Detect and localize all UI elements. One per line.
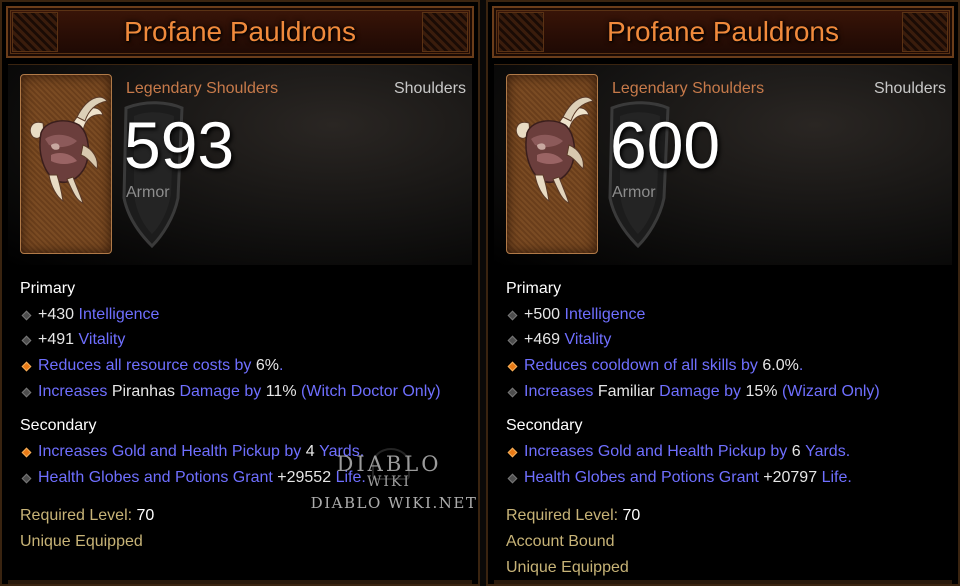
diablo-wiki-watermark: DIABLO WIKI DIABLO WIKI.NET bbox=[311, 448, 476, 528]
item-slot: Shoulders bbox=[393, 80, 466, 97]
item-tooltip-right: Profane Pauldrons Legendary Shoulders Sh… bbox=[486, 0, 960, 586]
account-bound: Account Bound bbox=[506, 533, 615, 550]
stat-bullet-icon bbox=[507, 335, 518, 345]
stat-row-legendary: Reduces all resource costs by 6%. bbox=[20, 356, 283, 376]
item-type: Legendary Shoulders bbox=[126, 80, 279, 97]
item-image-frame[interactable] bbox=[506, 74, 598, 254]
stat-row: Increases Familiar Damage by 15% (Wizard… bbox=[506, 382, 880, 402]
item-name: Profane Pauldrons bbox=[607, 16, 839, 47]
stat-bullet-icon bbox=[21, 335, 32, 345]
stat-row-secondary: Increases Gold and Health Pickup by 6 Ya… bbox=[506, 442, 850, 462]
stat-row: +469 Vitality bbox=[506, 330, 611, 350]
item-tooltip-left: Profane Pauldrons Legendary Shoulders Sh… bbox=[0, 0, 480, 586]
armor-label: Armor bbox=[612, 184, 656, 201]
legendary-bullet-icon bbox=[21, 447, 32, 457]
item-image-frame[interactable] bbox=[20, 74, 112, 254]
item-name: Profane Pauldrons bbox=[124, 16, 356, 47]
legendary-bullet-icon bbox=[507, 361, 518, 371]
stat-row: +430 Intelligence bbox=[20, 305, 159, 325]
pauldron-icon bbox=[515, 96, 594, 204]
armor-value: 593 bbox=[124, 108, 235, 182]
secondary-title: Secondary bbox=[506, 417, 583, 434]
armor-label: Armor bbox=[126, 184, 170, 201]
stat-row-secondary: Increases Gold and Health Pickup by 4 Ya… bbox=[20, 442, 364, 462]
stat-row: +500 Intelligence bbox=[506, 305, 645, 325]
item-title-bar: Profane Pauldrons bbox=[6, 6, 474, 58]
stat-bullet-icon bbox=[507, 387, 518, 397]
stat-row: +491 Vitality bbox=[20, 330, 125, 350]
primary-title: Primary bbox=[506, 280, 562, 297]
legendary-bullet-icon bbox=[21, 361, 32, 371]
legendary-bullet-icon bbox=[507, 447, 518, 457]
secondary-title: Secondary bbox=[20, 417, 97, 434]
stat-bullet-icon bbox=[21, 310, 32, 320]
stat-bullet-icon bbox=[21, 473, 32, 483]
armor-value: 600 bbox=[610, 108, 721, 182]
unique-equipped: Unique Equipped bbox=[20, 533, 143, 550]
stat-bullet-icon bbox=[21, 387, 32, 397]
pauldron-icon bbox=[29, 96, 108, 204]
item-title-bar: Profane Pauldrons bbox=[492, 6, 954, 58]
required-level: Required Level: 70 bbox=[20, 507, 155, 524]
stat-bullet-icon bbox=[507, 473, 518, 483]
item-type: Legendary Shoulders bbox=[612, 80, 765, 97]
item-slot: Shoulders bbox=[873, 80, 946, 97]
stat-row: Increases Piranhas Damage by 11% (Witch … bbox=[20, 382, 441, 402]
stat-row-secondary: Health Globes and Potions Grant +20797 L… bbox=[506, 468, 852, 488]
unique-equipped: Unique Equipped bbox=[506, 559, 629, 576]
primary-title: Primary bbox=[20, 280, 76, 297]
item-body: Legendary Shoulders Shoulders 600 Armor … bbox=[494, 64, 952, 584]
required-level: Required Level: 70 bbox=[506, 507, 641, 524]
stat-row-legendary: Reduces cooldown of all skills by 6.0%. bbox=[506, 356, 803, 376]
stat-bullet-icon bbox=[507, 310, 518, 320]
